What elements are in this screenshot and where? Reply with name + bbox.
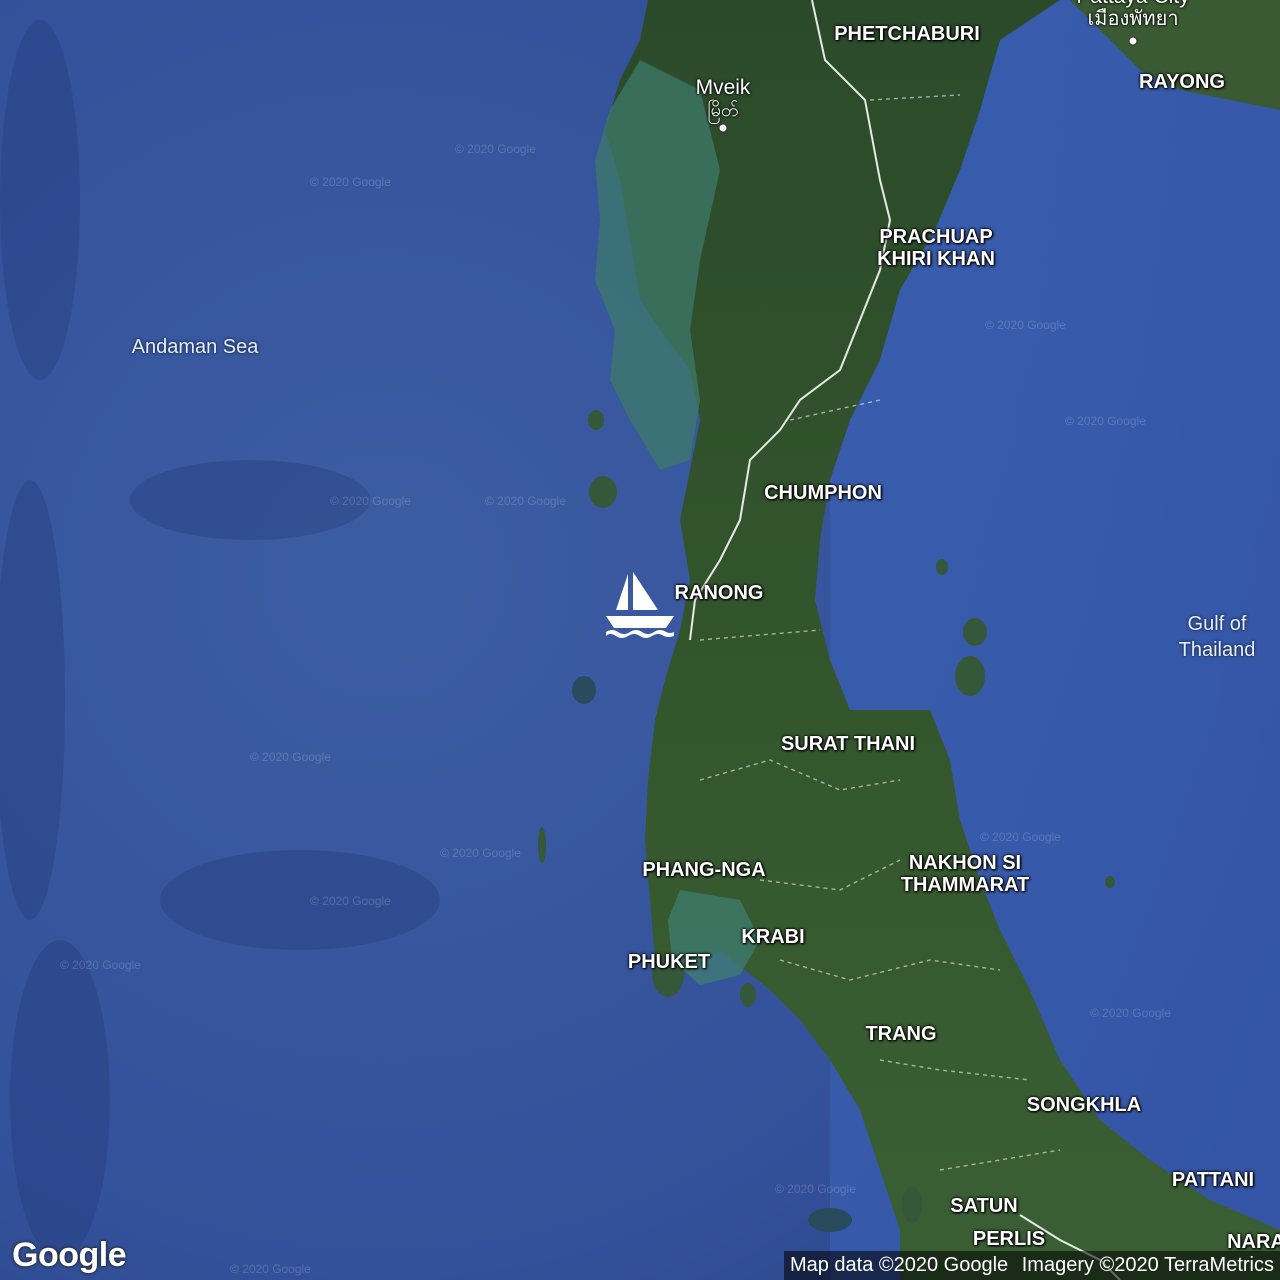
province-label-surat-thani: SURAT THANI: [780, 733, 916, 755]
province-label-prachuap: PRACHUAP KHIRI KHAN: [877, 226, 995, 270]
watermark: © 2020 Google: [980, 830, 1061, 844]
province-label-pattani: PATTANI: [1171, 1169, 1255, 1191]
province-label-rayong: RAYONG: [1139, 71, 1225, 93]
province-label-phang-nga: PHANG-NGA: [642, 859, 766, 881]
sailboat-icon[interactable]: [602, 572, 678, 640]
watermark: © 2020 Google: [455, 142, 536, 156]
city-label-pattaya: Pattaya City เมืองพัทยา: [1076, 0, 1189, 30]
watermark: © 2020 Google: [775, 1182, 856, 1196]
province-label-songkhla: SONGKHLA: [1026, 1094, 1142, 1116]
province-label-phuket: PHUKET: [627, 951, 711, 973]
watermark: © 2020 Google: [1065, 414, 1146, 428]
province-label-krabi: KRABI: [741, 926, 805, 948]
province-label-trang: TRANG: [865, 1023, 937, 1045]
sea-label-andaman: Andaman Sea: [131, 336, 259, 358]
province-label-phetchaburi: PHETCHABURI: [834, 23, 980, 45]
sea-label-gulf-of-thailand: Gulf of Thailand: [1178, 613, 1256, 661]
map-data-attribution[interactable]: Map data ©2020 Google: [790, 1254, 1008, 1276]
watermark: © 2020 Google: [250, 750, 331, 764]
city-local-name: မြိတ်: [707, 100, 739, 120]
city-name: Mveik: [695, 76, 751, 99]
watermark: © 2020 Google: [330, 494, 411, 508]
satellite-map[interactable]: [0, 0, 1280, 1280]
google-logo: Google: [12, 1236, 127, 1274]
watermark: © 2020 Google: [440, 846, 521, 860]
province-label-nakhon-si: NAKHON SI THAMMARAT: [900, 852, 1030, 896]
province-label-chumphon: CHUMPHON: [764, 482, 882, 504]
city-local-name: เมืองพัทยา: [1087, 8, 1179, 30]
watermark: © 2020 Google: [310, 894, 391, 908]
province-label-perlis: PERLIS: [972, 1228, 1046, 1250]
imagery-attribution[interactable]: Imagery ©2020 TerraMetrics: [1022, 1254, 1274, 1276]
province-label-narathiwat: NARA: [1227, 1231, 1280, 1253]
watermark: © 2020 Google: [985, 318, 1066, 332]
watermark: © 2020 Google: [230, 1262, 311, 1276]
province-label-satun: SATUN: [950, 1195, 1018, 1217]
watermark: © 2020 Google: [485, 494, 566, 508]
province-label-ranong: RANONG: [674, 582, 764, 604]
city-name: Pattaya City: [1076, 0, 1189, 8]
city-dot-pattaya: [1128, 36, 1138, 46]
watermark: © 2020 Google: [60, 958, 141, 972]
city-label-mveik: Mveik မြိတ်: [696, 77, 751, 121]
watermark: © 2020 Google: [310, 175, 391, 189]
city-dot-mveik: [718, 123, 728, 133]
attribution-bar[interactable]: Map data ©2020 Google Imagery ©2020 Terr…: [783, 1251, 1280, 1280]
watermark: © 2020 Google: [1090, 1006, 1171, 1020]
